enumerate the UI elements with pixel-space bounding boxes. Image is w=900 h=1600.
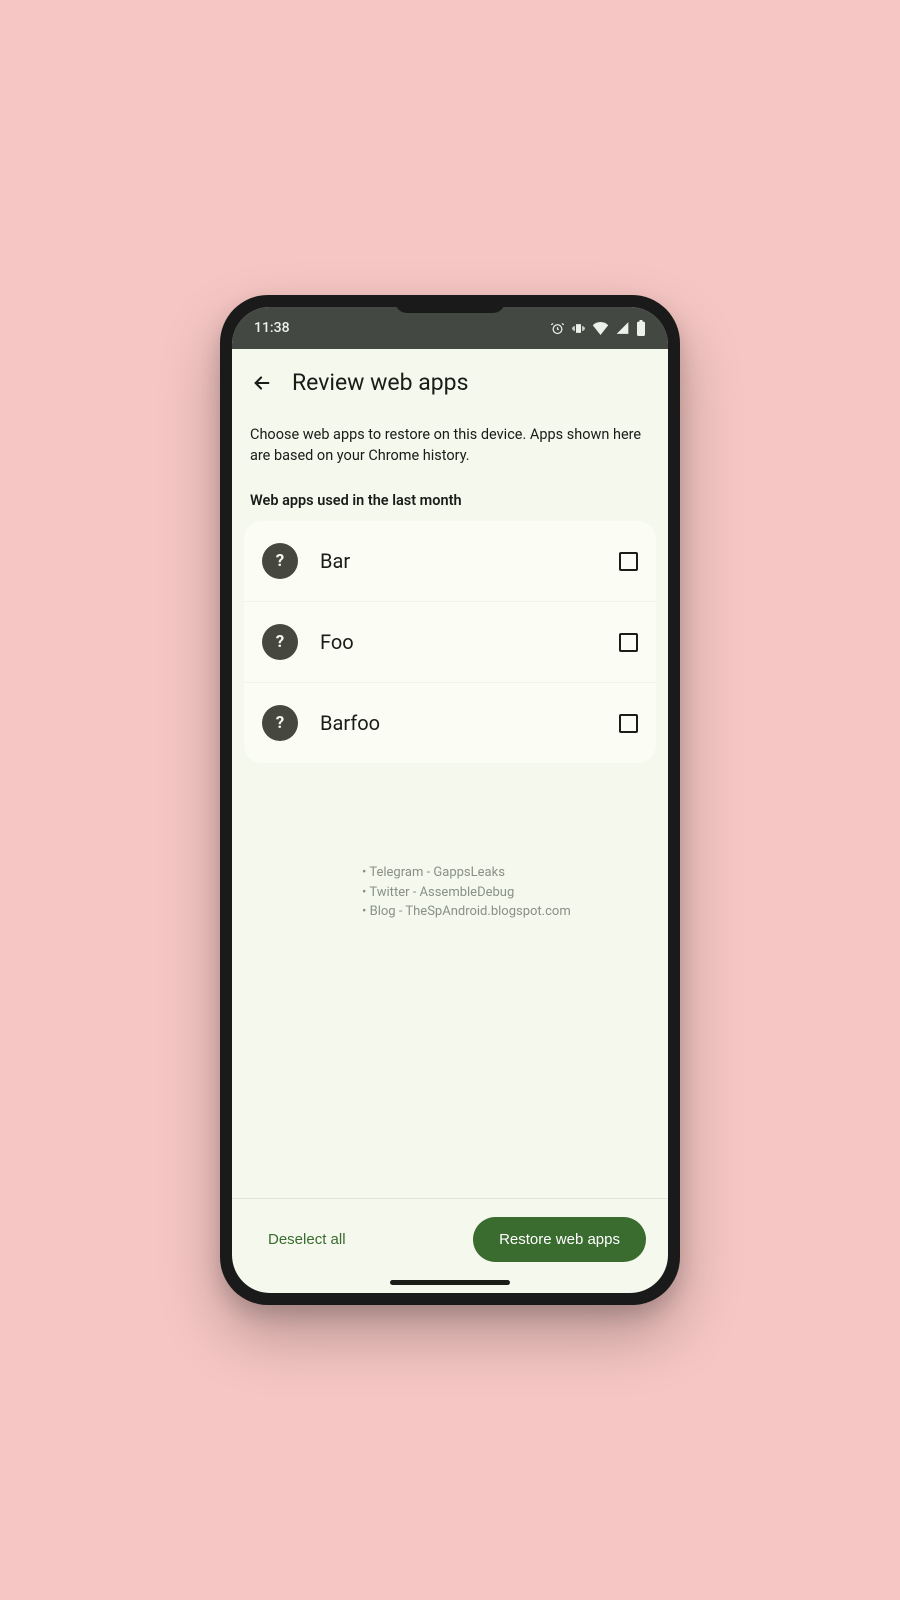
signal-icon [615, 321, 630, 335]
alarm-icon [550, 321, 565, 336]
credits-block: • Telegram - GappsLeaks • Twitter - Asse… [232, 863, 668, 922]
arrow-left-icon [251, 372, 273, 394]
credit-line: • Twitter - AssembleDebug [362, 883, 668, 903]
checkbox[interactable] [619, 714, 638, 733]
unknown-app-icon: ? [262, 624, 298, 660]
credit-line: • Telegram - GappsLeaks [362, 863, 668, 883]
battery-icon [636, 320, 646, 336]
phone-notch [395, 301, 505, 313]
section-label: Web apps used in the last month [232, 466, 668, 521]
unknown-app-icon: ? [262, 705, 298, 741]
page-title: Review web apps [292, 369, 468, 396]
checkbox[interactable] [619, 633, 638, 652]
status-bar: 11:38 [232, 307, 668, 349]
back-button[interactable] [250, 371, 274, 395]
list-item[interactable]: ? Bar [244, 521, 656, 602]
app-list: ? Bar ? Foo ? Barfoo [244, 521, 656, 763]
credit-line: • Blog - TheSpAndroid.blogspot.com [362, 902, 668, 922]
phone-frame: 11:38 [220, 295, 680, 1305]
list-item[interactable]: ? Foo [244, 602, 656, 683]
status-time: 11:38 [254, 320, 290, 336]
list-item[interactable]: ? Barfoo [244, 683, 656, 763]
app-header: Review web apps [232, 349, 668, 406]
unknown-app-icon: ? [262, 543, 298, 579]
screen: 11:38 [232, 307, 668, 1293]
page-description: Choose web apps to restore on this devic… [232, 406, 668, 466]
vibrate-icon [571, 321, 586, 336]
app-name-label: Barfoo [320, 711, 597, 735]
checkbox[interactable] [619, 552, 638, 571]
status-icons [550, 320, 646, 336]
bottom-action-bar: Deselect all Restore web apps [232, 1198, 668, 1270]
app-name-label: Bar [320, 549, 597, 573]
spacer [232, 922, 668, 1198]
navigation-pill[interactable] [390, 1280, 510, 1285]
app-name-label: Foo [320, 630, 597, 654]
deselect-all-button[interactable]: Deselect all [254, 1221, 360, 1258]
restore-web-apps-button[interactable]: Restore web apps [473, 1217, 646, 1262]
wifi-icon [592, 321, 609, 335]
